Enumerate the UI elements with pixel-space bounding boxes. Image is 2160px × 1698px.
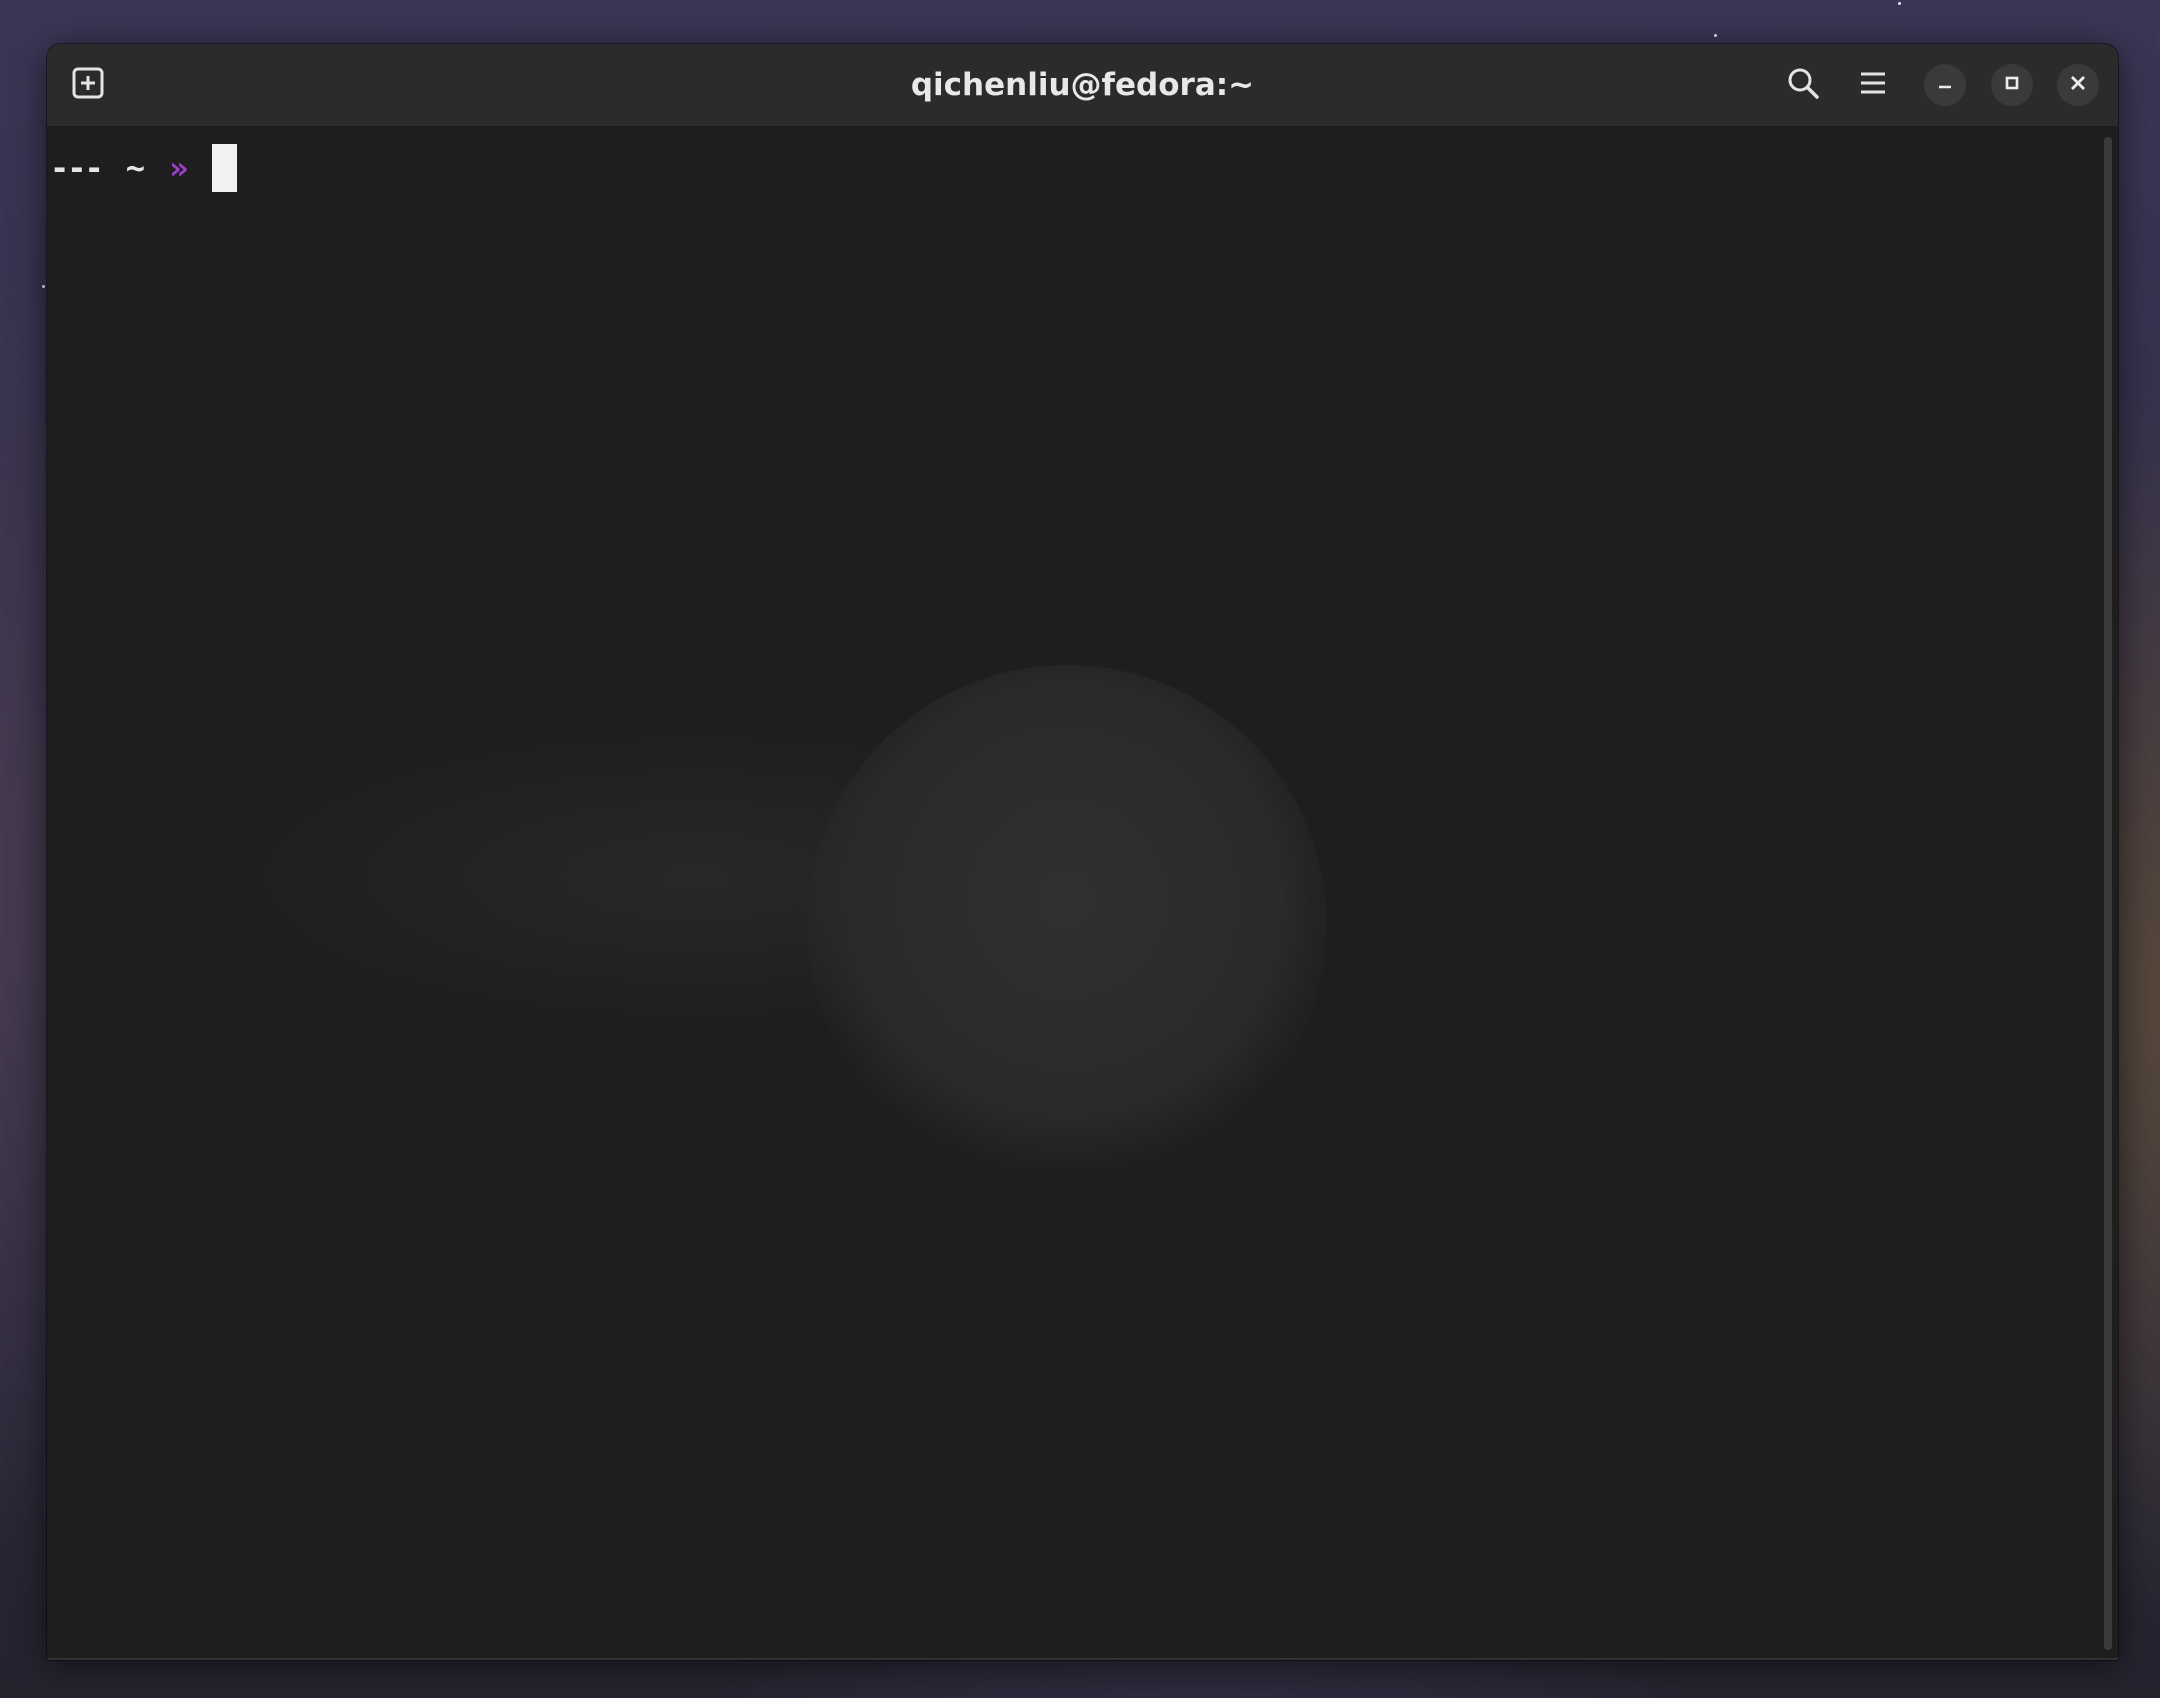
hamburger-menu-icon [1858,68,1888,102]
terminal-scrollbar[interactable] [2104,137,2112,1650]
star [42,285,45,288]
main-menu-button[interactable] [1848,60,1898,110]
maximize-button[interactable] [1991,64,2033,106]
minimize-button[interactable] [1924,64,1966,106]
shell-prompt: --- ~ » [50,144,238,192]
prompt-symbol: » [169,149,189,187]
terminal-window: qichenliu@fedora:~ --- ~ » [47,44,2118,1660]
headerbar: qichenliu@fedora:~ [47,44,2118,127]
close-button[interactable] [2057,64,2099,106]
text-cursor [212,144,238,192]
close-icon [2068,73,2088,97]
star [1898,2,1901,5]
maximize-icon [2002,73,2022,97]
prompt-path: ~ [125,149,146,187]
prompt-prefix: --- [50,149,104,187]
search-button[interactable] [1778,60,1828,110]
window-bottom-edge [47,1658,2118,1660]
tab-new-icon [71,66,105,104]
search-icon [1786,66,1820,104]
star [1714,34,1717,37]
new-tab-button[interactable] [63,60,113,110]
desktop-wallpaper: qichenliu@fedora:~ --- ~ » [0,0,2160,1698]
minimize-icon [1935,73,1955,97]
wallpaper-moon-reflection [807,665,1327,1185]
terminal-area[interactable]: --- ~ » [47,127,2118,1660]
